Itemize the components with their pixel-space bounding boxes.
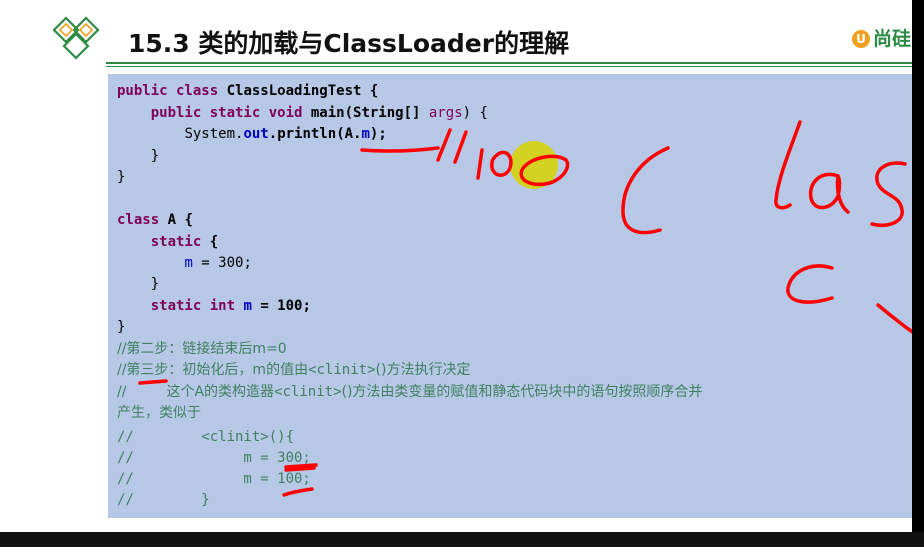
- comment-line-2: //第三步：初始化后，m的值由<clinit>()方法执行决定: [117, 362, 471, 378]
- code-line-4: }: [117, 148, 160, 164]
- code-line-8: m = 300;: [184, 255, 252, 271]
- comment-line-4: 产生，类似于: [117, 405, 201, 421]
- code-line-5: }: [117, 169, 126, 185]
- title-divider: [106, 62, 912, 64]
- bottom-bar: [0, 532, 924, 547]
- brand-symbol: U: [852, 30, 870, 48]
- title-divider-thin: [106, 66, 912, 67]
- comment-line-5: // <clinit>(){: [117, 429, 295, 445]
- slide-title: 15.3 类的加载与ClassLoader的理解: [128, 29, 570, 58]
- brand-name: 尚硅: [873, 28, 912, 50]
- code-line-10: static int m = 100;: [150, 298, 311, 314]
- code-line-9: }: [117, 276, 160, 292]
- comment-line-8: // }: [117, 492, 210, 508]
- diamond-knot-logo-icon: [52, 16, 100, 60]
- comment-line-3: // 这个A的类构造器<clinit>()方法由类变量的赋值和静态代码块中的语句…: [117, 384, 703, 400]
- comment-line-7: // m = 100;: [117, 471, 311, 487]
- code-line-3: System.out.println(A.m);: [184, 126, 387, 142]
- code-line-6: class A {: [117, 212, 193, 228]
- laser-pointer-highlight: [510, 141, 558, 189]
- brand-logo: U 尚硅: [852, 24, 911, 51]
- code-line-1: public class ClassLoadingTest {: [117, 83, 379, 99]
- window-edge: [912, 0, 924, 547]
- code-line-11: }: [117, 319, 126, 335]
- comment-line-6: // m = 300;: [117, 450, 311, 466]
- code-line-7: static {: [150, 234, 219, 250]
- slide: 15.3 类的加载与ClassLoader的理解 U 尚硅 public clas…: [0, 0, 912, 532]
- comment-line-1: //第二步：链接结束后m=0: [117, 341, 287, 357]
- code-line-2: public static void main(String[] args) {: [150, 105, 488, 121]
